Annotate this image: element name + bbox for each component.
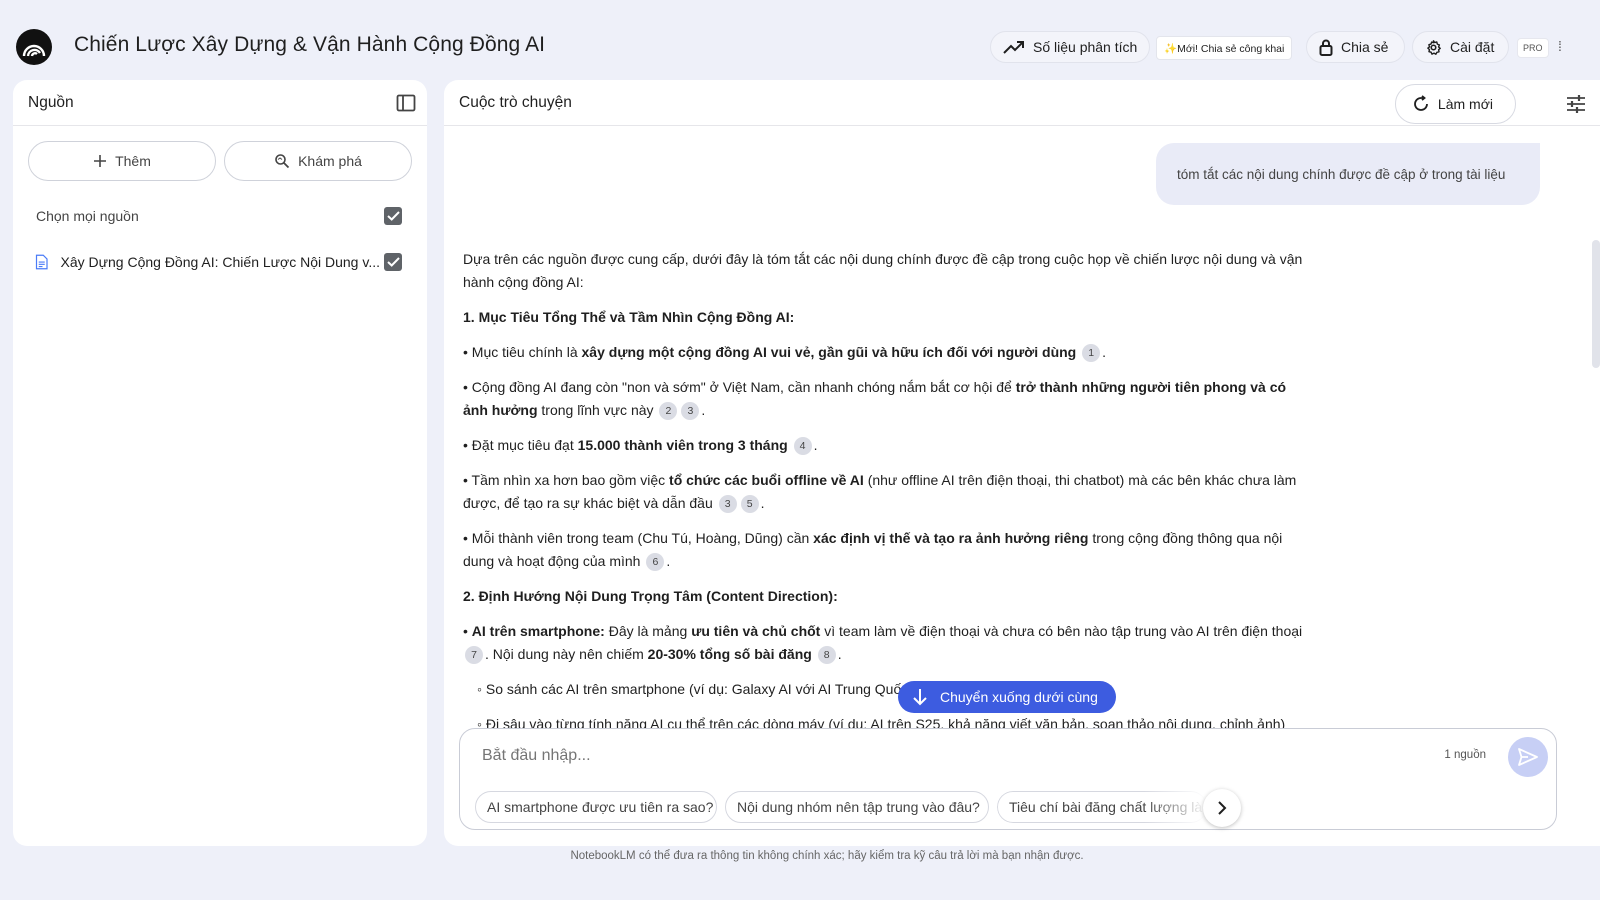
citation-badge[interactable]: 3 [718,495,737,513]
scroll-to-bottom-label: Chuyển xuống dưới cùng [940,689,1098,705]
select-all-row[interactable]: Chọn mọi nguồn [35,207,405,225]
disclaimer-footer: NotebookLM có thể đưa ra thông tin không… [570,850,1084,862]
trending-up-icon [1003,41,1024,54]
pro-badge: PRO [1517,38,1549,58]
answer-intro: Dựa trên các nguồn được cung cấp, dưới đ… [463,251,1303,290]
new-public-share-badge[interactable]: ✨Mới! Chia sẻ công khai [1156,36,1293,60]
citation-badge[interactable]: 4 [793,437,812,455]
collapse-panel-icon[interactable] [395,92,417,114]
citation-badge[interactable]: 8 [817,646,836,664]
sources-panel: Nguồn Thêm Khám phá Chọn mọi nguồn Xây D… [13,80,427,846]
tune-settings-icon[interactable] [1564,92,1588,116]
citation-badge[interactable]: 7 [465,646,483,664]
logo-icon [22,44,46,57]
chat-panel: Cuộc trò chuyện Làm mới tóm tắt các nội … [444,80,1600,846]
discover-button[interactable]: Khám phá [224,141,412,181]
top-bar: Chiến Lược Xây Dựng & Vận Hành Cộng Đồng… [0,0,1600,80]
answer-bullet: • Mục tiêu chính là xây dựng một cộng đồ… [463,344,1106,362]
settings-button[interactable]: Cài đặt [1412,31,1510,63]
settings-label: Cài đặt [1450,39,1495,55]
chat-scrollbar[interactable] [1592,240,1600,368]
user-message-text: tóm tắt các nội dung chính được đề cập ở… [1177,166,1506,182]
refresh-label: Làm mới [1437,96,1493,112]
share-button[interactable]: Chia sẻ [1306,31,1406,63]
chevron-right-icon [1218,801,1227,815]
checkmark-icon [386,211,400,221]
chat-input[interactable] [482,743,1382,769]
answer-bullet: • Đặt mục tiêu đạt 15.000 thành viên tro… [463,437,818,455]
analytics-button[interactable]: Số liệu phân tích [990,31,1151,63]
citation-badge[interactable]: 5 [740,495,759,513]
analytics-label: Số liệu phân tích [1033,39,1138,55]
chat-composer: 1 nguồn AI smartphone được ưu tiên ra sa… [459,728,1557,830]
citation-badge[interactable]: 6 [646,553,665,571]
user-message-bubble: tóm tắt các nội dung chính được đề cập ở… [1156,143,1540,205]
discover-search-icon [275,154,290,169]
plus-icon [94,155,107,167]
answer-bullet: • Mỗi thành viên trong team (Chu Tú, Hoà… [463,530,1283,571]
select-all-checkbox[interactable] [384,207,402,225]
assistant-answer: Dựa trên các nguồn được cung cấp, dưới đ… [463,248,1308,728]
scroll-to-bottom-button[interactable]: Chuyển xuống dưới cùng [898,681,1116,713]
sources-title: Nguồn [28,93,74,111]
arrow-down-icon [913,689,927,706]
suggestion-chip[interactable]: Tiêu chí bài đăng chất lượng là [997,791,1207,823]
answer-heading-1: 1. Mục Tiêu Tổng Thể và Tầm Nhìn Cộng Đồ… [463,309,795,325]
answer-sub-bullet: ◦ Đi sâu vào từng tính năng AI cụ thể tr… [463,713,1308,728]
select-all-label: Chọn mọi nguồn [36,208,139,224]
suggestion-chip[interactable]: Nội dung nhóm nên tập trung vào đâu? [725,791,989,823]
send-button[interactable] [1508,737,1548,777]
send-icon [1518,748,1538,766]
sources-header: Nguồn [13,80,427,126]
refresh-chat-icon [1414,95,1428,111]
answer-bullet: • AI trên smartphone: Đây là mảng ưu tiê… [463,623,1303,664]
gear-icon [1427,39,1441,55]
discover-label: Khám phá [298,153,362,169]
apps-grid-icon[interactable]: ⁞ [1558,38,1574,56]
suggestions-next-button[interactable] [1203,789,1241,827]
notebook-title[interactable]: Chiến Lược Xây Dựng & Vận Hành Cộng Đồng… [74,33,545,57]
notebooklm-logo[interactable] [16,29,52,65]
document-icon [35,254,48,270]
source-item-label: Xây Dựng Cộng Đồng AI: Chiến Lược Nội Du… [60,254,381,270]
source-item[interactable]: Xây Dựng Cộng Đồng AI: Chiến Lược Nội Du… [35,252,380,272]
answer-bullet: • Cộng đồng AI đang còn "non và sớm" ở V… [463,379,1287,420]
lock-icon [1319,39,1333,56]
source-count: 1 nguồn [1444,749,1486,761]
citation-badge[interactable]: 1 [1082,344,1101,362]
answer-bullet: • Tầm nhìn xa hơn bao gồm việc tổ chức c… [463,472,1297,513]
refresh-button[interactable]: Làm mới [1394,84,1516,124]
chat-title: Cuộc trò chuyện [459,93,572,111]
source-item-checkbox[interactable] [384,253,402,271]
suggestion-chip[interactable]: AI smartphone được ưu tiên ra sao? [475,791,717,823]
answer-sub-bullet: ◦ So sánh các AI trên smartphone (ví dụ:… [463,678,1308,701]
share-label: Chia sẻ [1341,39,1389,55]
add-source-label: Thêm [115,153,151,169]
citation-badge[interactable]: 3 [681,402,700,420]
add-source-button[interactable]: Thêm [28,141,216,181]
answer-heading-2: 2. Định Hướng Nội Dung Trọng Tâm (Conten… [463,588,838,604]
citation-badge[interactable]: 2 [659,402,678,420]
checkmark-icon [386,257,400,267]
chat-header: Cuộc trò chuyện Làm mới [444,80,1600,126]
